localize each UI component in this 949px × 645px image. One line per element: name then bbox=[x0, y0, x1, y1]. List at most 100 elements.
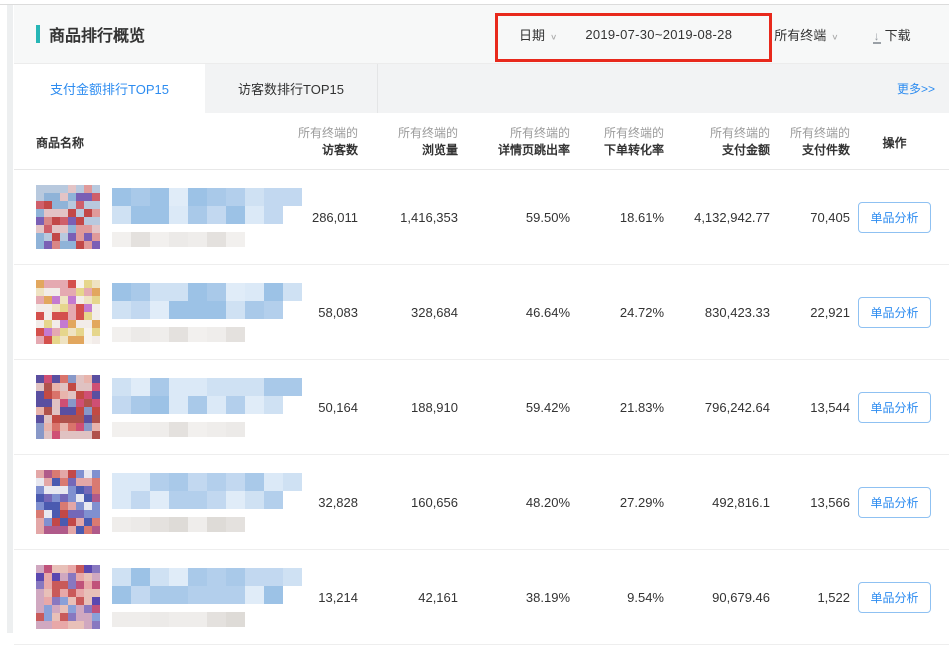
metric-bounce-rate: 59.50% bbox=[458, 210, 570, 225]
censor-pixel bbox=[44, 423, 52, 431]
chevron-down-icon: ∨ bbox=[831, 33, 838, 42]
product-thumbnail-censored[interactable] bbox=[36, 565, 100, 629]
censor-pixel bbox=[60, 209, 68, 217]
censor-pixel bbox=[92, 486, 100, 494]
censor-pixel bbox=[226, 517, 245, 532]
censor-pixel bbox=[150, 568, 169, 586]
product-thumbnail-censored[interactable] bbox=[36, 470, 100, 534]
censor-pixel bbox=[112, 283, 131, 301]
product-thumbnail-censored[interactable] bbox=[36, 375, 100, 439]
censor-pixel bbox=[150, 301, 169, 319]
censor-pixel bbox=[36, 320, 44, 328]
single-item-analysis-button[interactable]: 单品分析 bbox=[858, 487, 930, 518]
censor-pixel bbox=[92, 312, 100, 320]
censor-pixel bbox=[76, 494, 84, 502]
censor-pixel bbox=[44, 225, 52, 233]
product-thumbnail-censored[interactable] bbox=[36, 185, 100, 249]
date-filter-label: 日期 bbox=[519, 28, 545, 43]
censor-pixel bbox=[44, 510, 52, 518]
censor-pixel bbox=[188, 473, 207, 491]
censor-pixel bbox=[68, 280, 76, 288]
censor-pixel bbox=[84, 597, 92, 605]
censor-pixel bbox=[44, 280, 52, 288]
action-cell: 单品分析 bbox=[850, 297, 939, 328]
censor-pixel bbox=[76, 241, 84, 249]
column-metric-3: 所有终端的下单转化率 bbox=[570, 125, 664, 159]
censor-pixel bbox=[60, 225, 68, 233]
censor-pixel bbox=[169, 422, 188, 437]
metric-pageviews: 42,161 bbox=[358, 590, 458, 605]
censor-pixel bbox=[112, 301, 131, 319]
censor-pixel bbox=[68, 415, 76, 423]
censor-pixel bbox=[68, 209, 76, 217]
censor-pixel bbox=[52, 605, 60, 613]
censor-pixel bbox=[84, 288, 92, 296]
product-cell bbox=[36, 470, 274, 534]
censor-pixel bbox=[36, 280, 44, 288]
censor-pixel bbox=[60, 233, 68, 241]
censor-pixel bbox=[283, 188, 302, 206]
censor-pixel bbox=[245, 586, 264, 604]
date-filter-dropdown[interactable]: 日期∨ bbox=[519, 25, 557, 44]
censor-pixel bbox=[44, 312, 52, 320]
censor-pixel bbox=[188, 188, 207, 206]
censor-pixel bbox=[84, 486, 92, 494]
censor-pixel bbox=[150, 517, 169, 532]
censor-pixel bbox=[52, 502, 60, 510]
censor-pixel bbox=[68, 399, 76, 407]
more-link[interactable]: 更多>> bbox=[897, 64, 949, 113]
single-item-analysis-button[interactable]: 单品分析 bbox=[858, 582, 930, 613]
metric-bounce-rate: 59.42% bbox=[458, 400, 570, 415]
censor-pixel bbox=[169, 568, 188, 586]
censor-pixel bbox=[245, 378, 264, 396]
censor-pixel bbox=[52, 526, 60, 534]
censor-pixel bbox=[76, 431, 84, 439]
metric-visitors: 58,083 bbox=[274, 305, 358, 320]
download-label: 下载 bbox=[885, 28, 911, 43]
censor-pixel bbox=[92, 328, 100, 336]
censor-pixel bbox=[36, 233, 44, 241]
censor-pixel bbox=[112, 206, 131, 224]
censor-pixel bbox=[131, 612, 150, 627]
censor-pixel bbox=[84, 304, 92, 312]
tab-visitor-count-ranking[interactable]: 访客数排行TOP15 bbox=[205, 64, 378, 113]
censor-pixel bbox=[76, 336, 84, 344]
censor-pixel bbox=[92, 399, 100, 407]
censor-pixel bbox=[84, 328, 92, 336]
metric-bounce-rate: 46.64% bbox=[458, 305, 570, 320]
censor-pixel bbox=[92, 478, 100, 486]
single-item-analysis-button[interactable]: 单品分析 bbox=[858, 297, 930, 328]
censor-pixel bbox=[68, 502, 76, 510]
tab-payment-amount-ranking[interactable]: 支付金额排行TOP15 bbox=[14, 64, 205, 113]
censor-pixel bbox=[84, 233, 92, 241]
censor-pixel bbox=[52, 581, 60, 589]
censor-pixel bbox=[60, 328, 68, 336]
censor-pixel bbox=[36, 375, 44, 383]
censor-pixel bbox=[188, 232, 207, 247]
product-title-censored bbox=[112, 568, 302, 586]
title-accent-bar bbox=[36, 25, 40, 43]
censor-pixel bbox=[44, 415, 52, 423]
censor-pixel bbox=[44, 241, 52, 249]
censor-pixel bbox=[92, 383, 100, 391]
censor-pixel bbox=[68, 383, 76, 391]
censor-pixel bbox=[188, 612, 207, 627]
censor-pixel bbox=[92, 391, 100, 399]
censor-pixel bbox=[131, 206, 150, 224]
censor-pixel bbox=[36, 193, 44, 201]
date-range-value[interactable]: 2019-07-30~2019-08-28 bbox=[585, 27, 732, 42]
terminal-filter-dropdown[interactable]: 所有终端∨ bbox=[774, 25, 838, 44]
censor-pixel bbox=[84, 470, 92, 478]
censor-pixel bbox=[60, 185, 68, 193]
censor-pixel bbox=[92, 193, 100, 201]
censor-pixel bbox=[92, 494, 100, 502]
product-thumbnail-censored[interactable] bbox=[36, 280, 100, 344]
column-product-name: 商品名称 bbox=[36, 134, 274, 151]
download-button[interactable]: ↓下载 bbox=[873, 25, 911, 44]
censor-pixel bbox=[92, 336, 100, 344]
column-group-label: 所有终端的 bbox=[770, 125, 850, 142]
metric-payment-items: 70,405 bbox=[770, 210, 850, 225]
censor-pixel bbox=[68, 565, 76, 573]
single-item-analysis-button[interactable]: 单品分析 bbox=[858, 202, 930, 233]
single-item-analysis-button[interactable]: 单品分析 bbox=[858, 392, 930, 423]
